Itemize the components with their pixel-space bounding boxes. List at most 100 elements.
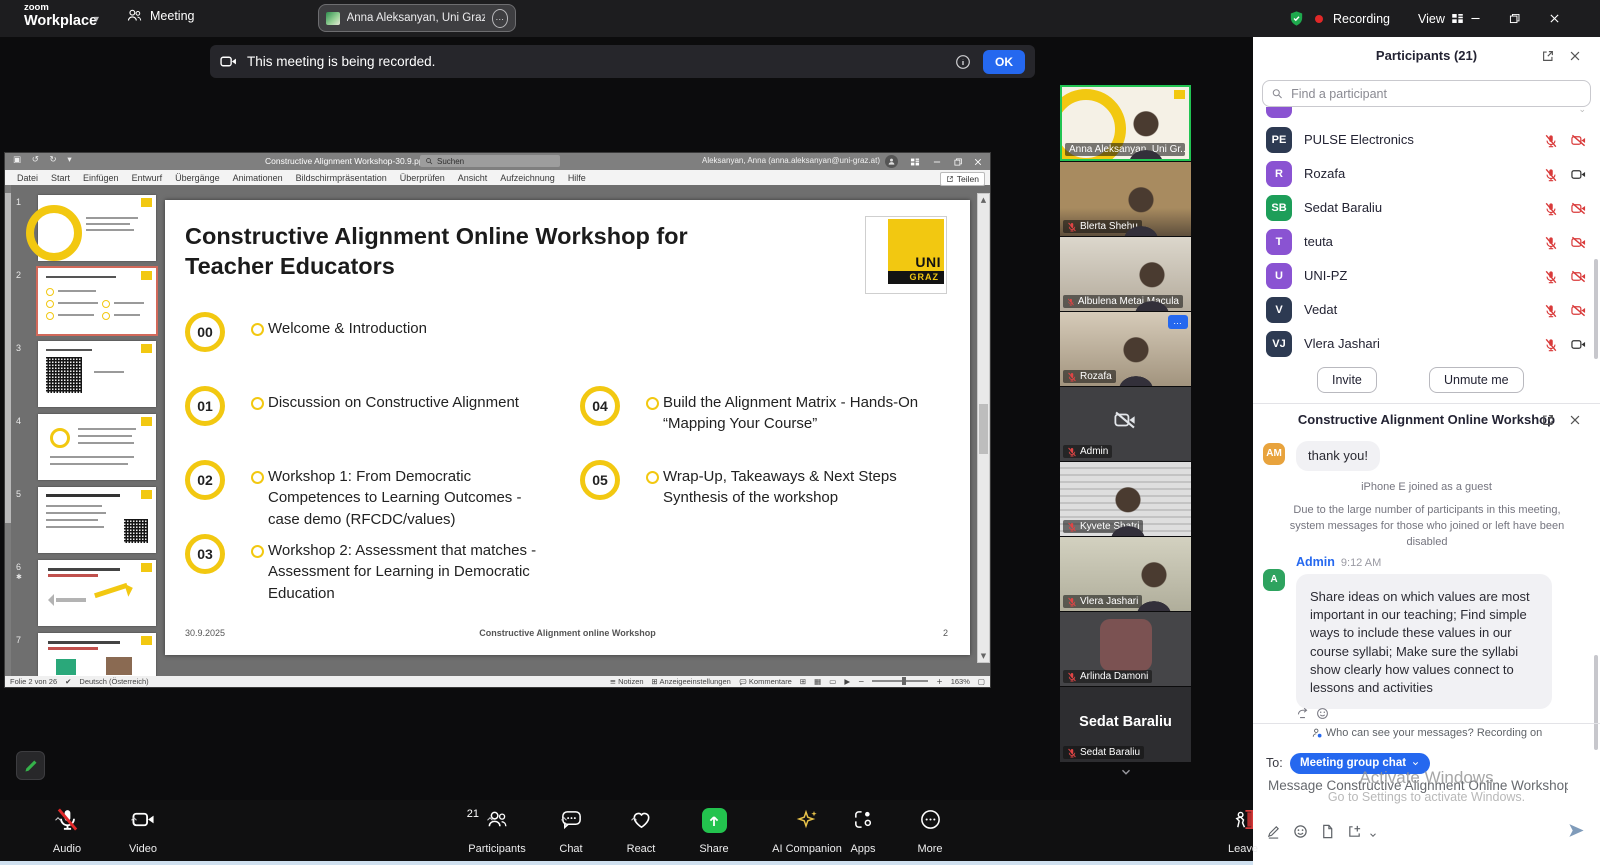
thumbnail-scrollbar[interactable] bbox=[5, 185, 11, 676]
chat-button[interactable]: Chat bbox=[511, 804, 571, 857]
leave-button[interactable]: Leave bbox=[1183, 804, 1243, 857]
window-minimize-button[interactable] bbox=[1458, 0, 1492, 37]
participant-row[interactable]: SB Sedat Baraliu bbox=[1253, 191, 1600, 225]
participant-search-input[interactable] bbox=[1289, 86, 1582, 102]
view-button[interactable]: View bbox=[1418, 12, 1464, 26]
ribbon-display-options-button[interactable] bbox=[910, 156, 920, 167]
account-avatar[interactable] bbox=[885, 155, 898, 168]
share-button[interactable]: Share bbox=[654, 804, 714, 857]
share-tab-more-icon[interactable]: … bbox=[492, 9, 508, 28]
slide-thumbnail-6[interactable] bbox=[38, 560, 156, 626]
chat-close-button[interactable] bbox=[1568, 411, 1582, 429]
annotate-button[interactable] bbox=[16, 751, 45, 780]
info-icon[interactable] bbox=[955, 54, 971, 70]
video-tile[interactable]: Blerta Shehu bbox=[1060, 162, 1191, 236]
powerpoint-search-box[interactable]: Suchen bbox=[420, 155, 560, 167]
ribbon-tab-entwurf[interactable]: Entwurf bbox=[132, 173, 163, 183]
notes-button[interactable]: ≡ Notizen bbox=[610, 677, 644, 686]
unmute-me-button[interactable]: Unmute me bbox=[1429, 367, 1524, 393]
scroll-up-icon[interactable]: ▲ bbox=[978, 194, 989, 206]
video-tile[interactable]: Arlinda Damoni bbox=[1060, 612, 1191, 686]
chat-privacy-note[interactable]: Who can see your messages? Recording on bbox=[1253, 727, 1600, 739]
video-tile[interactable]: Admin bbox=[1060, 387, 1191, 461]
recording-ok-button[interactable]: OK bbox=[983, 50, 1025, 74]
ai-companion-button[interactable]: AI Companion bbox=[717, 804, 807, 857]
ribbon-tab-uebergaenge[interactable]: Übergänge bbox=[175, 173, 220, 183]
participant-search[interactable] bbox=[1262, 80, 1591, 107]
ribbon-tab-hilfe[interactable]: Hilfe bbox=[568, 173, 586, 183]
attach-file-button[interactable] bbox=[1320, 823, 1335, 841]
video-tile[interactable]: Sedat Baraliu Sedat Baraliu bbox=[1060, 687, 1191, 762]
chat-message-input[interactable] bbox=[1266, 777, 1570, 794]
slide-thumbnail-7[interactable] bbox=[38, 633, 156, 676]
window-restore-button[interactable] bbox=[1497, 0, 1531, 37]
react-options-chevron[interactable] bbox=[629, 810, 639, 828]
more-button[interactable]: More bbox=[870, 804, 930, 857]
tab-shared-screen[interactable]: Anna Aleksanyan, Uni Graz's scre … bbox=[318, 4, 516, 32]
send-message-button[interactable] bbox=[1567, 821, 1586, 840]
react-button[interactable]: React bbox=[581, 804, 641, 857]
chat-options-chevron[interactable] bbox=[559, 810, 569, 828]
participant-row[interactable]: R Rozafa bbox=[1253, 157, 1600, 191]
ribbon-tab-animationen[interactable]: Animationen bbox=[233, 173, 283, 183]
participants-close-button[interactable] bbox=[1568, 47, 1582, 65]
teilen-share-button[interactable]: Teilen bbox=[940, 172, 985, 186]
video-tile[interactable]: … Rozafa bbox=[1060, 312, 1191, 386]
video-button[interactable]: Video bbox=[83, 804, 143, 857]
ribbon-tab-aufzeichnung[interactable]: Aufzeichnung bbox=[500, 173, 555, 183]
view-sorter-icon[interactable]: ▦ bbox=[814, 677, 821, 686]
language-label[interactable]: Deutsch (Österreich) bbox=[79, 677, 148, 686]
quote-reply-button[interactable] bbox=[1296, 705, 1309, 723]
video-tile[interactable]: Kyvete Shatri bbox=[1060, 462, 1191, 536]
ribbon-tab-datei[interactable]: Datei bbox=[17, 173, 38, 183]
participants-scrollbar[interactable] bbox=[1594, 259, 1598, 359]
collapse-videos-button[interactable] bbox=[1109, 763, 1143, 779]
participants-options-chevron[interactable] bbox=[485, 810, 495, 828]
spellcheck-icon[interactable]: ✔ bbox=[65, 677, 71, 686]
ribbon-tab-ueberpruefen[interactable]: Überprüfen bbox=[400, 173, 445, 183]
emoji-picker-button[interactable] bbox=[1293, 823, 1308, 841]
workspace-switch-chevron[interactable]: ▾ bbox=[94, 14, 99, 25]
comments-button[interactable]: Kommentare bbox=[739, 677, 792, 686]
ribbon-tab-ansicht[interactable]: Ansicht bbox=[458, 173, 488, 183]
invite-button[interactable]: Invite bbox=[1317, 367, 1377, 393]
view-reading-icon[interactable]: ▭ bbox=[829, 677, 836, 686]
participant-row[interactable]: VJ Vlera Jashari bbox=[1253, 327, 1600, 361]
ppt-minimize-button[interactable] bbox=[932, 156, 942, 167]
ppt-close-button[interactable] bbox=[973, 156, 983, 167]
participant-row[interactable]: T teuta bbox=[1253, 225, 1600, 259]
scrollbar-handle[interactable] bbox=[979, 404, 988, 454]
chat-recipient-selector[interactable]: Meeting group chat bbox=[1290, 753, 1430, 774]
apps-button[interactable]: Apps bbox=[803, 804, 863, 857]
audio-options-chevron[interactable] bbox=[53, 810, 63, 828]
window-close-button[interactable] bbox=[1537, 0, 1571, 37]
view-slideshow-icon[interactable]: ▶ bbox=[844, 677, 850, 686]
more-attach-options-chevron[interactable] bbox=[1368, 826, 1378, 844]
display-settings-button[interactable]: ⊞ Anzeigeeinstellungen bbox=[652, 677, 731, 686]
fit-to-window-icon[interactable]: ▢ bbox=[978, 677, 985, 686]
chat-popout-button[interactable] bbox=[1541, 411, 1555, 429]
participants-button[interactable]: 21 Participants bbox=[407, 804, 497, 857]
add-reaction-button[interactable] bbox=[1316, 705, 1329, 723]
participant-row[interactable]: V Vedat bbox=[1253, 293, 1600, 327]
ribbon-tab-einfuegen[interactable]: Einfügen bbox=[83, 173, 119, 183]
slide-thumbnail-3[interactable] bbox=[38, 341, 156, 407]
slide-thumbnail-4[interactable] bbox=[38, 414, 156, 480]
tile-more-options-icon[interactable]: … bbox=[1168, 315, 1188, 329]
participant-row[interactable]: U UNI-PZ bbox=[1253, 259, 1600, 293]
quick-access-toolbar[interactable]: ▣ ↺ ↻ ▾ bbox=[13, 155, 76, 165]
tab-meeting[interactable]: Meeting bbox=[126, 7, 194, 24]
security-shield-icon[interactable] bbox=[1288, 10, 1305, 27]
view-normal-icon[interactable]: ⊞ bbox=[800, 677, 806, 686]
zoom-in-icon[interactable]: + bbox=[936, 677, 942, 686]
video-tile[interactable]: Vlera Jashari bbox=[1060, 537, 1191, 611]
slide-thumbnail-5[interactable] bbox=[38, 487, 156, 553]
video-options-chevron[interactable] bbox=[129, 810, 139, 828]
slide-thumbnail-2-selected[interactable] bbox=[38, 268, 156, 334]
video-tile[interactable]: Anna Aleksanyan, Uni Gr... bbox=[1060, 85, 1191, 161]
ribbon-tab-start[interactable]: Start bbox=[51, 173, 70, 183]
zoom-out-icon[interactable]: − bbox=[858, 677, 864, 686]
zoom-slider[interactable] bbox=[872, 680, 928, 682]
audio-button[interactable]: Audio bbox=[7, 804, 67, 857]
participant-row[interactable]: PE PULSE Electronics bbox=[1253, 123, 1600, 157]
